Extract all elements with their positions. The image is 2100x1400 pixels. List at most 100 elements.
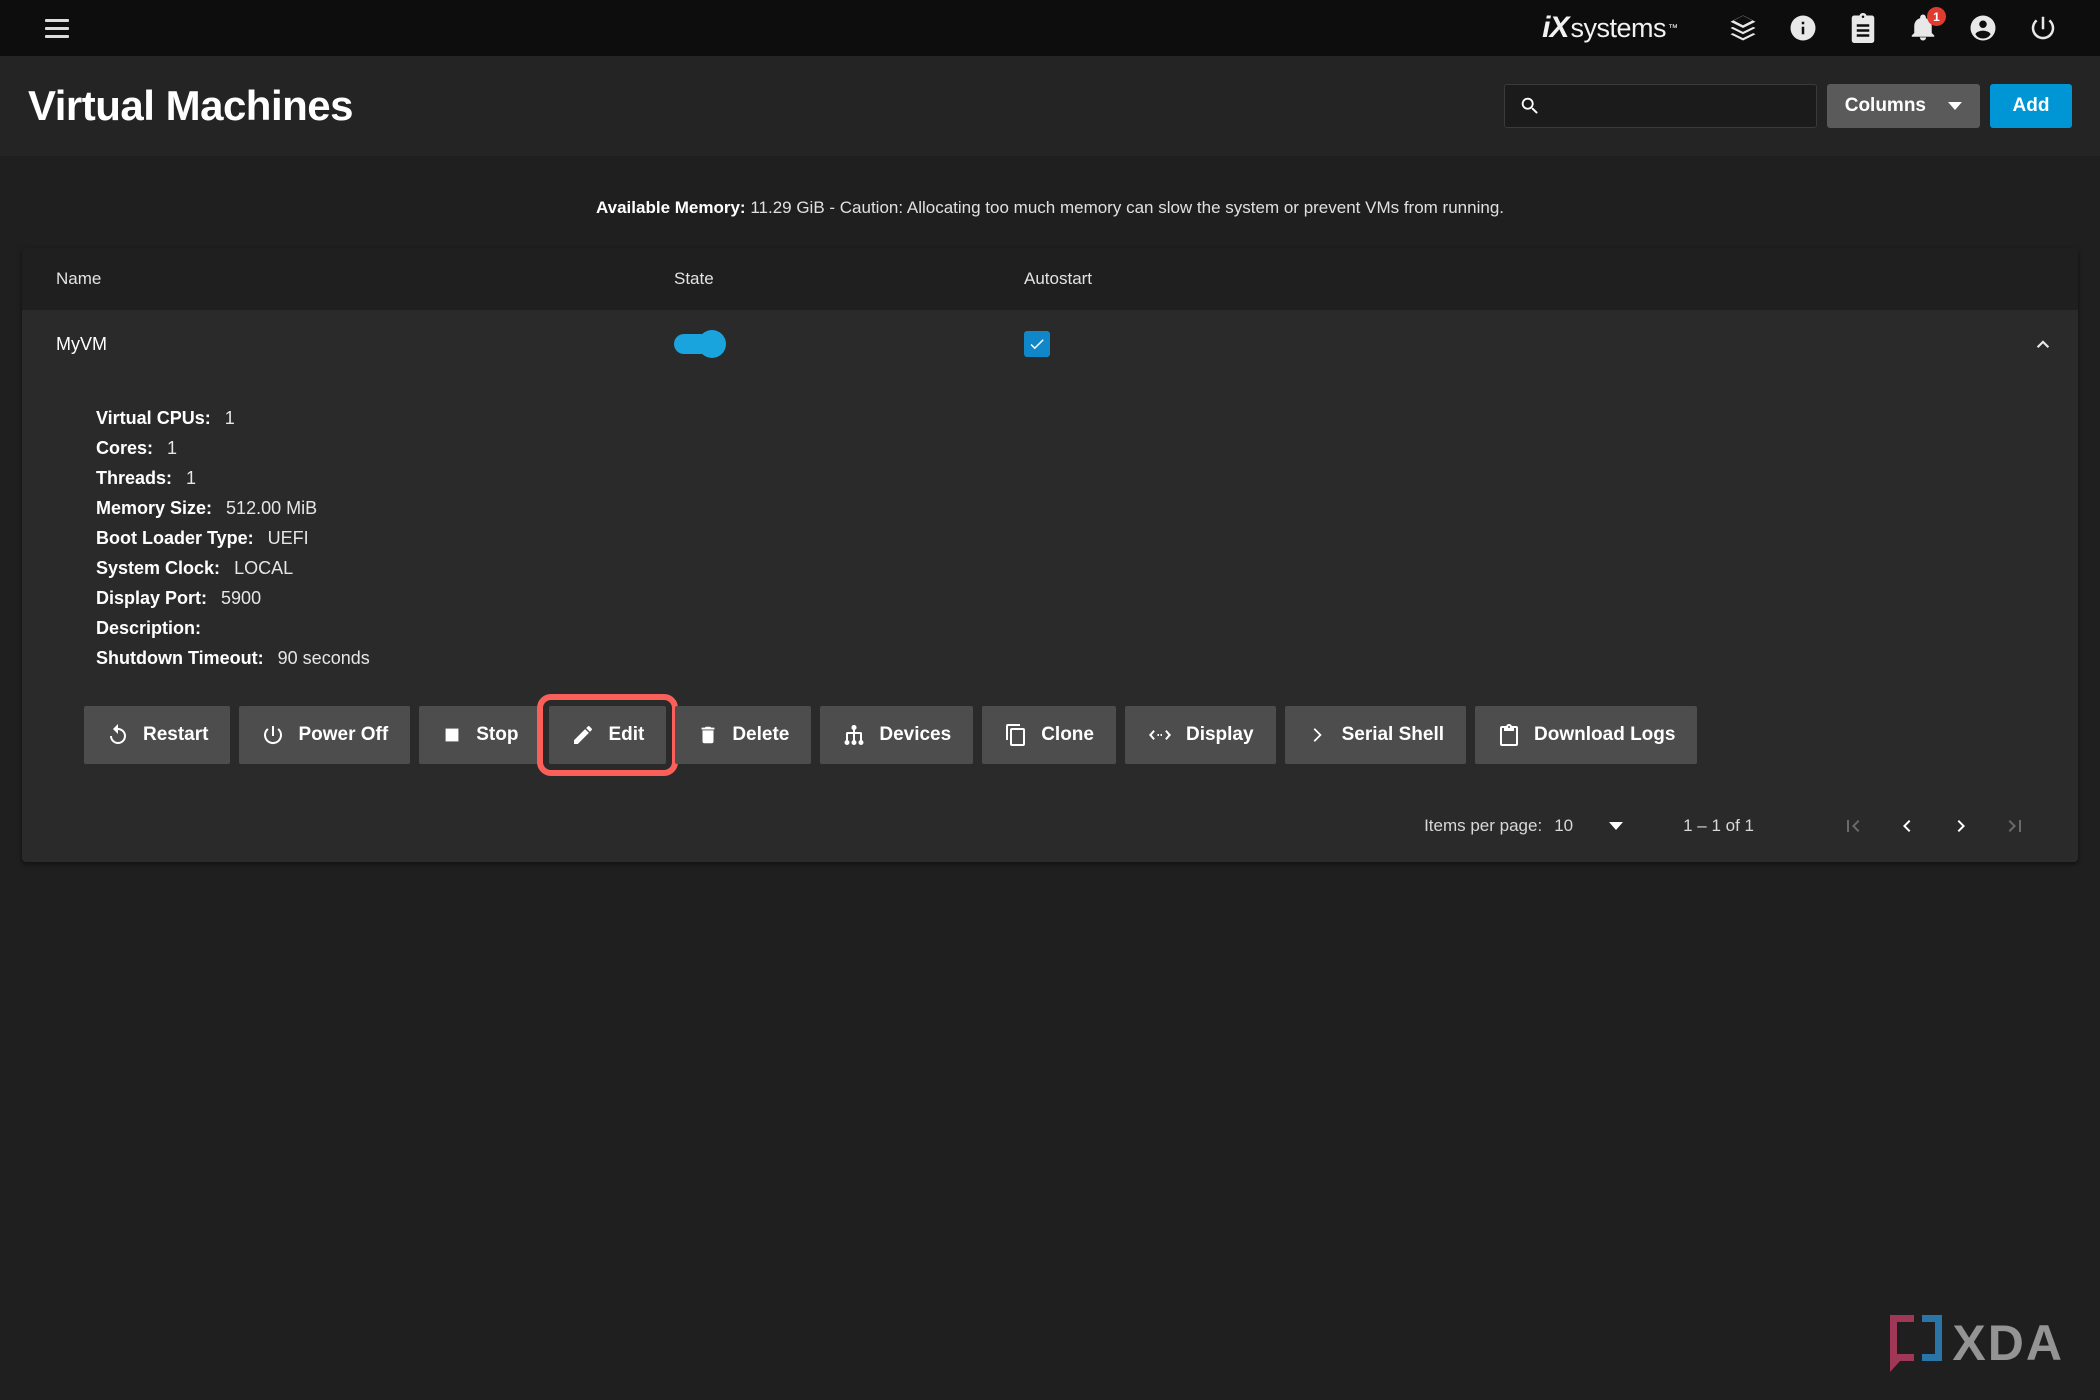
items-per-page-chevron-down-icon[interactable] <box>1609 822 1624 830</box>
last-page-icon <box>2008 820 2021 832</box>
power-icon[interactable] <box>2026 11 2060 45</box>
detail-memory-size: Memory Size: 512.00 MiB <box>96 498 2078 528</box>
pencil-icon <box>574 726 593 744</box>
edit-button[interactable]: Edit <box>549 706 667 764</box>
edit-button-label: Edit <box>608 724 645 745</box>
ixsystems-logo: iX systems ™ <box>1542 11 1678 45</box>
detail-label: Description: <box>96 618 202 638</box>
delete-button-label: Delete <box>732 724 790 745</box>
notification-badge: 1 <box>1927 7 1946 26</box>
vm-autostart-cell <box>1024 331 2008 357</box>
hamburger-bar <box>45 34 69 38</box>
clipboard-icon[interactable] <box>1846 11 1880 45</box>
chevron-down-icon <box>1948 102 1962 110</box>
detail-shutdown-timeout: Shutdown Timeout: 90 seconds <box>96 648 2078 678</box>
clone-button-wrap: Clone <box>982 706 1116 764</box>
download-logs-button-wrap: Download Logs <box>1475 706 1698 764</box>
devices-button-wrap: Devices <box>820 706 974 764</box>
column-header-autostart[interactable]: Autostart <box>1024 269 2078 289</box>
power-off-button[interactable]: Power Off <box>239 706 411 764</box>
vm-state-cell <box>674 330 1024 358</box>
xda-watermark-text: XDA <box>1952 1315 2064 1371</box>
detail-value: 1 <box>186 468 197 488</box>
download-logs-button[interactable]: Download Logs <box>1475 706 1698 764</box>
detail-label: Shutdown Timeout: <box>96 648 264 668</box>
detail-label: Threads: <box>96 468 173 488</box>
detail-label: Boot Loader Type: <box>96 528 254 548</box>
clone-button[interactable]: Clone <box>982 706 1116 764</box>
add-button[interactable]: Add <box>1990 84 2072 128</box>
restart-button[interactable]: Restart <box>84 706 231 764</box>
serial-shell-button-label: Serial Shell <box>1341 724 1445 745</box>
apps-cube-icon[interactable] <box>1726 11 1760 45</box>
search-input[interactable] <box>1550 96 1802 116</box>
bell-icon[interactable]: 1 <box>1906 7 1946 45</box>
first-page-button[interactable] <box>1826 804 1880 848</box>
page-title: Virtual Machines <box>28 82 354 129</box>
check-icon <box>1030 339 1044 350</box>
stop-button-label: Stop <box>476 724 519 745</box>
serial-shell-button-wrap: Serial Shell <box>1284 706 1467 764</box>
power-icon <box>264 726 283 745</box>
brand-trademark: ™ <box>1668 22 1678 34</box>
display-button-wrap: Display <box>1124 706 1276 764</box>
available-memory-text: 11.29 GiB - Caution: Allocating too much… <box>745 198 1504 217</box>
vm-detail-list: Virtual CPUs: 1 Cores: 1 Threads: 1 Memo… <box>22 408 2078 678</box>
display-button-label: Display <box>1185 724 1254 745</box>
vm-action-buttons: Restart Power Off Stop Edit Delete Devic… <box>22 678 2078 790</box>
header-actions: Columns Add <box>1503 84 2072 128</box>
detail-description: Description: <box>96 618 2078 648</box>
xda-logo-icon <box>1890 1315 1943 1372</box>
clipboard-icon <box>1500 724 1519 746</box>
power-off-button-label: Power Off <box>298 724 389 745</box>
table-row[interactable]: MyVM <box>22 310 2078 378</box>
chevron-up-icon <box>2036 340 2050 349</box>
xda-logo-right <box>1922 1315 1943 1361</box>
account-circle-icon[interactable] <box>1966 11 2000 45</box>
autostart-checkbox[interactable] <box>1024 331 1050 357</box>
column-header-name[interactable]: Name <box>56 269 674 289</box>
search-box[interactable] <box>1503 84 1817 128</box>
last-page-button[interactable] <box>1988 804 2042 848</box>
detail-label: Cores: <box>96 438 154 458</box>
detail-cores: Cores: 1 <box>96 438 2078 468</box>
delete-button[interactable]: Delete <box>675 706 812 764</box>
detail-label: Display Port: <box>96 588 208 608</box>
hamburger-menu-icon[interactable] <box>40 11 74 45</box>
restart-icon <box>110 724 126 744</box>
previous-page-button[interactable] <box>1880 804 1934 848</box>
restart-button-wrap: Restart <box>84 706 231 764</box>
paginator: Items per page: 10 1 – 1 of 1 <box>22 790 2078 862</box>
detail-value: UEFI <box>267 528 309 548</box>
next-page-button[interactable] <box>1934 804 1988 848</box>
detail-boot-loader-type: Boot Loader Type: UEFI <box>96 528 2078 558</box>
display-button[interactable]: Display <box>1124 706 1276 764</box>
detail-label: Memory Size: <box>96 498 213 518</box>
info-icon[interactable] <box>1786 11 1820 45</box>
stop-button[interactable]: Stop <box>419 706 541 764</box>
download-logs-button-label: Download Logs <box>1534 724 1676 745</box>
detail-threads: Threads: 1 <box>96 468 2078 498</box>
columns-button[interactable]: Columns <box>1826 84 1980 128</box>
detail-system-clock: System Clock: LOCAL <box>96 558 2078 588</box>
brand-mark: iX <box>1542 11 1569 44</box>
page-header: Virtual Machines Columns Add <box>0 56 2100 156</box>
devices-button[interactable]: Devices <box>820 706 974 764</box>
items-per-page-value[interactable]: 10 <box>1554 816 1573 836</box>
detail-value: 1 <box>167 438 178 458</box>
serial-shell-button[interactable]: Serial Shell <box>1284 706 1467 764</box>
detail-virtual-cpus: Virtual CPUs: 1 <box>96 408 2078 438</box>
column-header-state[interactable]: State <box>674 269 1024 289</box>
detail-value: 90 seconds <box>277 648 370 668</box>
vm-state-toggle[interactable] <box>674 330 726 358</box>
stop-button-wrap: Stop <box>419 706 541 764</box>
detail-label: System Clock: <box>96 558 221 578</box>
edit-button-highlight: Edit <box>537 694 679 776</box>
items-per-page-label: Items per page: <box>1424 816 1543 835</box>
copy-icon <box>1006 724 1026 746</box>
detail-value: LOCAL <box>234 558 294 578</box>
topbar-actions: iX systems ™ 1 <box>1542 7 2078 45</box>
power-off-button-wrap: Power Off <box>239 706 411 764</box>
row-collapse-toggle[interactable] <box>2008 331 2078 357</box>
table-header-row: Name State Autostart <box>22 248 2078 310</box>
